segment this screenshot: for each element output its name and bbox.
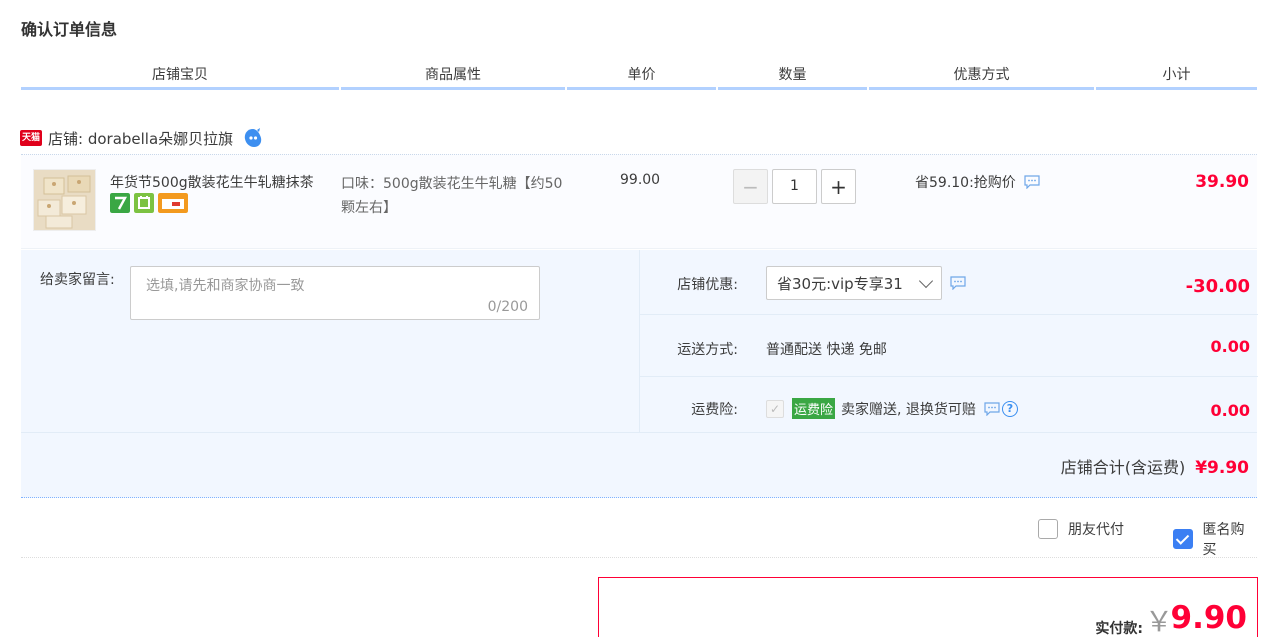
item-subtotal: 39.90 bbox=[1195, 172, 1249, 192]
payment-currency: ￥ bbox=[1144, 605, 1173, 637]
payment-summary: 实付款: ￥ 9.90 bbox=[598, 577, 1258, 637]
coupon-amount: -30.00 bbox=[1185, 276, 1250, 297]
column-header-discount: 优惠方式 bbox=[869, 58, 1094, 90]
quantity-decrease-button[interactable]: − bbox=[733, 169, 768, 204]
memo-textarea[interactable]: 选填,请先和商家协商一致 0/200 bbox=[130, 266, 540, 320]
quantity-increase-button[interactable]: + bbox=[821, 169, 856, 204]
column-header-quantity: 数量 bbox=[718, 58, 867, 90]
seven-day-return-icon[interactable] bbox=[110, 193, 130, 213]
quantity-stepper: − 1 + bbox=[733, 169, 856, 204]
column-header-price: 单价 bbox=[567, 58, 716, 90]
order-options-panel: 店铺优惠: 省30元:vip专享31 -30.00 运送方式: 普通配送 快递 … bbox=[639, 250, 1258, 432]
item-row: 年货节500g散装花生牛轧糖抹茶 口味：500g散装花生牛轧糖【约50颗左右】 … bbox=[21, 154, 1257, 249]
item-badges bbox=[110, 193, 188, 213]
insurance-detail-icon[interactable] bbox=[984, 401, 1000, 416]
shop-total: 店铺合计(含运费) ¥9.90 bbox=[1061, 454, 1249, 478]
shipping-label: 运送方式: bbox=[677, 342, 738, 358]
item-attribute: 口味：500g散装花生牛轧糖【约50颗左右】 bbox=[341, 176, 563, 216]
column-header-attr: 商品属性 bbox=[341, 58, 565, 90]
memo-placeholder: 选填,请先和商家协商一致 bbox=[146, 278, 305, 294]
tmall-icon: 天猫 bbox=[20, 130, 42, 146]
shop-total-label: 店铺合计(含运费) bbox=[1060, 458, 1186, 477]
divider bbox=[21, 432, 1257, 433]
item-title[interactable]: 年货节500g散装花生牛轧糖抹茶 bbox=[110, 172, 335, 192]
friend-pay-checkbox[interactable] bbox=[1038, 519, 1058, 539]
column-header-item: 店铺宝贝 bbox=[21, 58, 339, 90]
chevron-down-icon bbox=[918, 273, 934, 288]
anonymous-option[interactable]: 匿名购买 bbox=[1173, 519, 1257, 559]
guarantee-icon[interactable] bbox=[134, 193, 154, 213]
wangwang-chat-icon[interactable] bbox=[243, 128, 263, 148]
memo-char-count: 0/200 bbox=[487, 299, 528, 315]
order-detail-panel: 给卖家留言: 选填,请先和商家协商一致 0/200 店铺优惠: 省30元:vip… bbox=[21, 250, 1258, 498]
order-options-row: 朋友代付 匿名购买 bbox=[21, 500, 1257, 558]
item-thumbnail[interactable] bbox=[33, 169, 96, 231]
shop-name[interactable]: 店铺: dorabella朵娜贝拉旗 bbox=[48, 128, 233, 149]
insurance-text: 卖家赠送, 退换货可赔 bbox=[841, 401, 976, 418]
item-promotion-text: 省59.10:抢购价 bbox=[915, 175, 1016, 191]
coupon-selected-value: 省30元:vip专享31 bbox=[777, 274, 903, 293]
shipping-method: 普通配送 快递 免邮 bbox=[766, 342, 887, 358]
promotion-detail-icon[interactable] bbox=[1024, 175, 1040, 189]
friend-pay-option[interactable]: 朋友代付 bbox=[1038, 519, 1124, 539]
item-promotion: 省59.10:抢购价 bbox=[915, 172, 1040, 192]
insurance-amount: 0.00 bbox=[1210, 401, 1250, 420]
coupon-label: 店铺优惠: bbox=[677, 277, 738, 293]
item-unit-price: 99.00 bbox=[620, 172, 661, 188]
insurance-label: 运费险: bbox=[691, 402, 738, 418]
column-header-subtotal: 小计 bbox=[1096, 58, 1257, 90]
payment-label: 实付款: bbox=[1095, 621, 1143, 637]
coupon-detail-icon[interactable] bbox=[950, 276, 966, 290]
page-title: 确认订单信息 bbox=[21, 20, 118, 39]
shop-row: 天猫 店铺: dorabella朵娜贝拉旗 bbox=[20, 124, 263, 152]
insurance-row: 运费险: ✓ 运费险 卖家赠送, 退换货可赔 ? 0.00 bbox=[640, 377, 1258, 432]
shipping-amount: 0.00 bbox=[1210, 337, 1250, 356]
credit-card-icon[interactable] bbox=[158, 193, 188, 213]
anonymous-checkbox[interactable] bbox=[1173, 529, 1193, 549]
coupon-select[interactable]: 省30元:vip专享31 bbox=[766, 266, 942, 300]
shipping-row: 运送方式: 普通配送 快递 免邮 0.00 bbox=[640, 315, 1258, 377]
memo-label: 给卖家留言: bbox=[40, 272, 115, 288]
anonymous-label: 匿名购买 bbox=[1202, 522, 1245, 558]
payment-amount: 9.90 bbox=[1170, 600, 1248, 636]
coupon-row: 店铺优惠: 省30元:vip专享31 -30.00 bbox=[640, 250, 1258, 315]
shop-total-value: ¥9.90 bbox=[1195, 458, 1249, 478]
help-icon[interactable]: ? bbox=[1001, 400, 1018, 417]
insurance-checkbox: ✓ bbox=[766, 399, 784, 418]
friend-pay-label: 朋友代付 bbox=[1068, 522, 1124, 538]
quantity-input[interactable]: 1 bbox=[772, 169, 817, 204]
insurance-badge: 运费险 bbox=[792, 398, 836, 419]
